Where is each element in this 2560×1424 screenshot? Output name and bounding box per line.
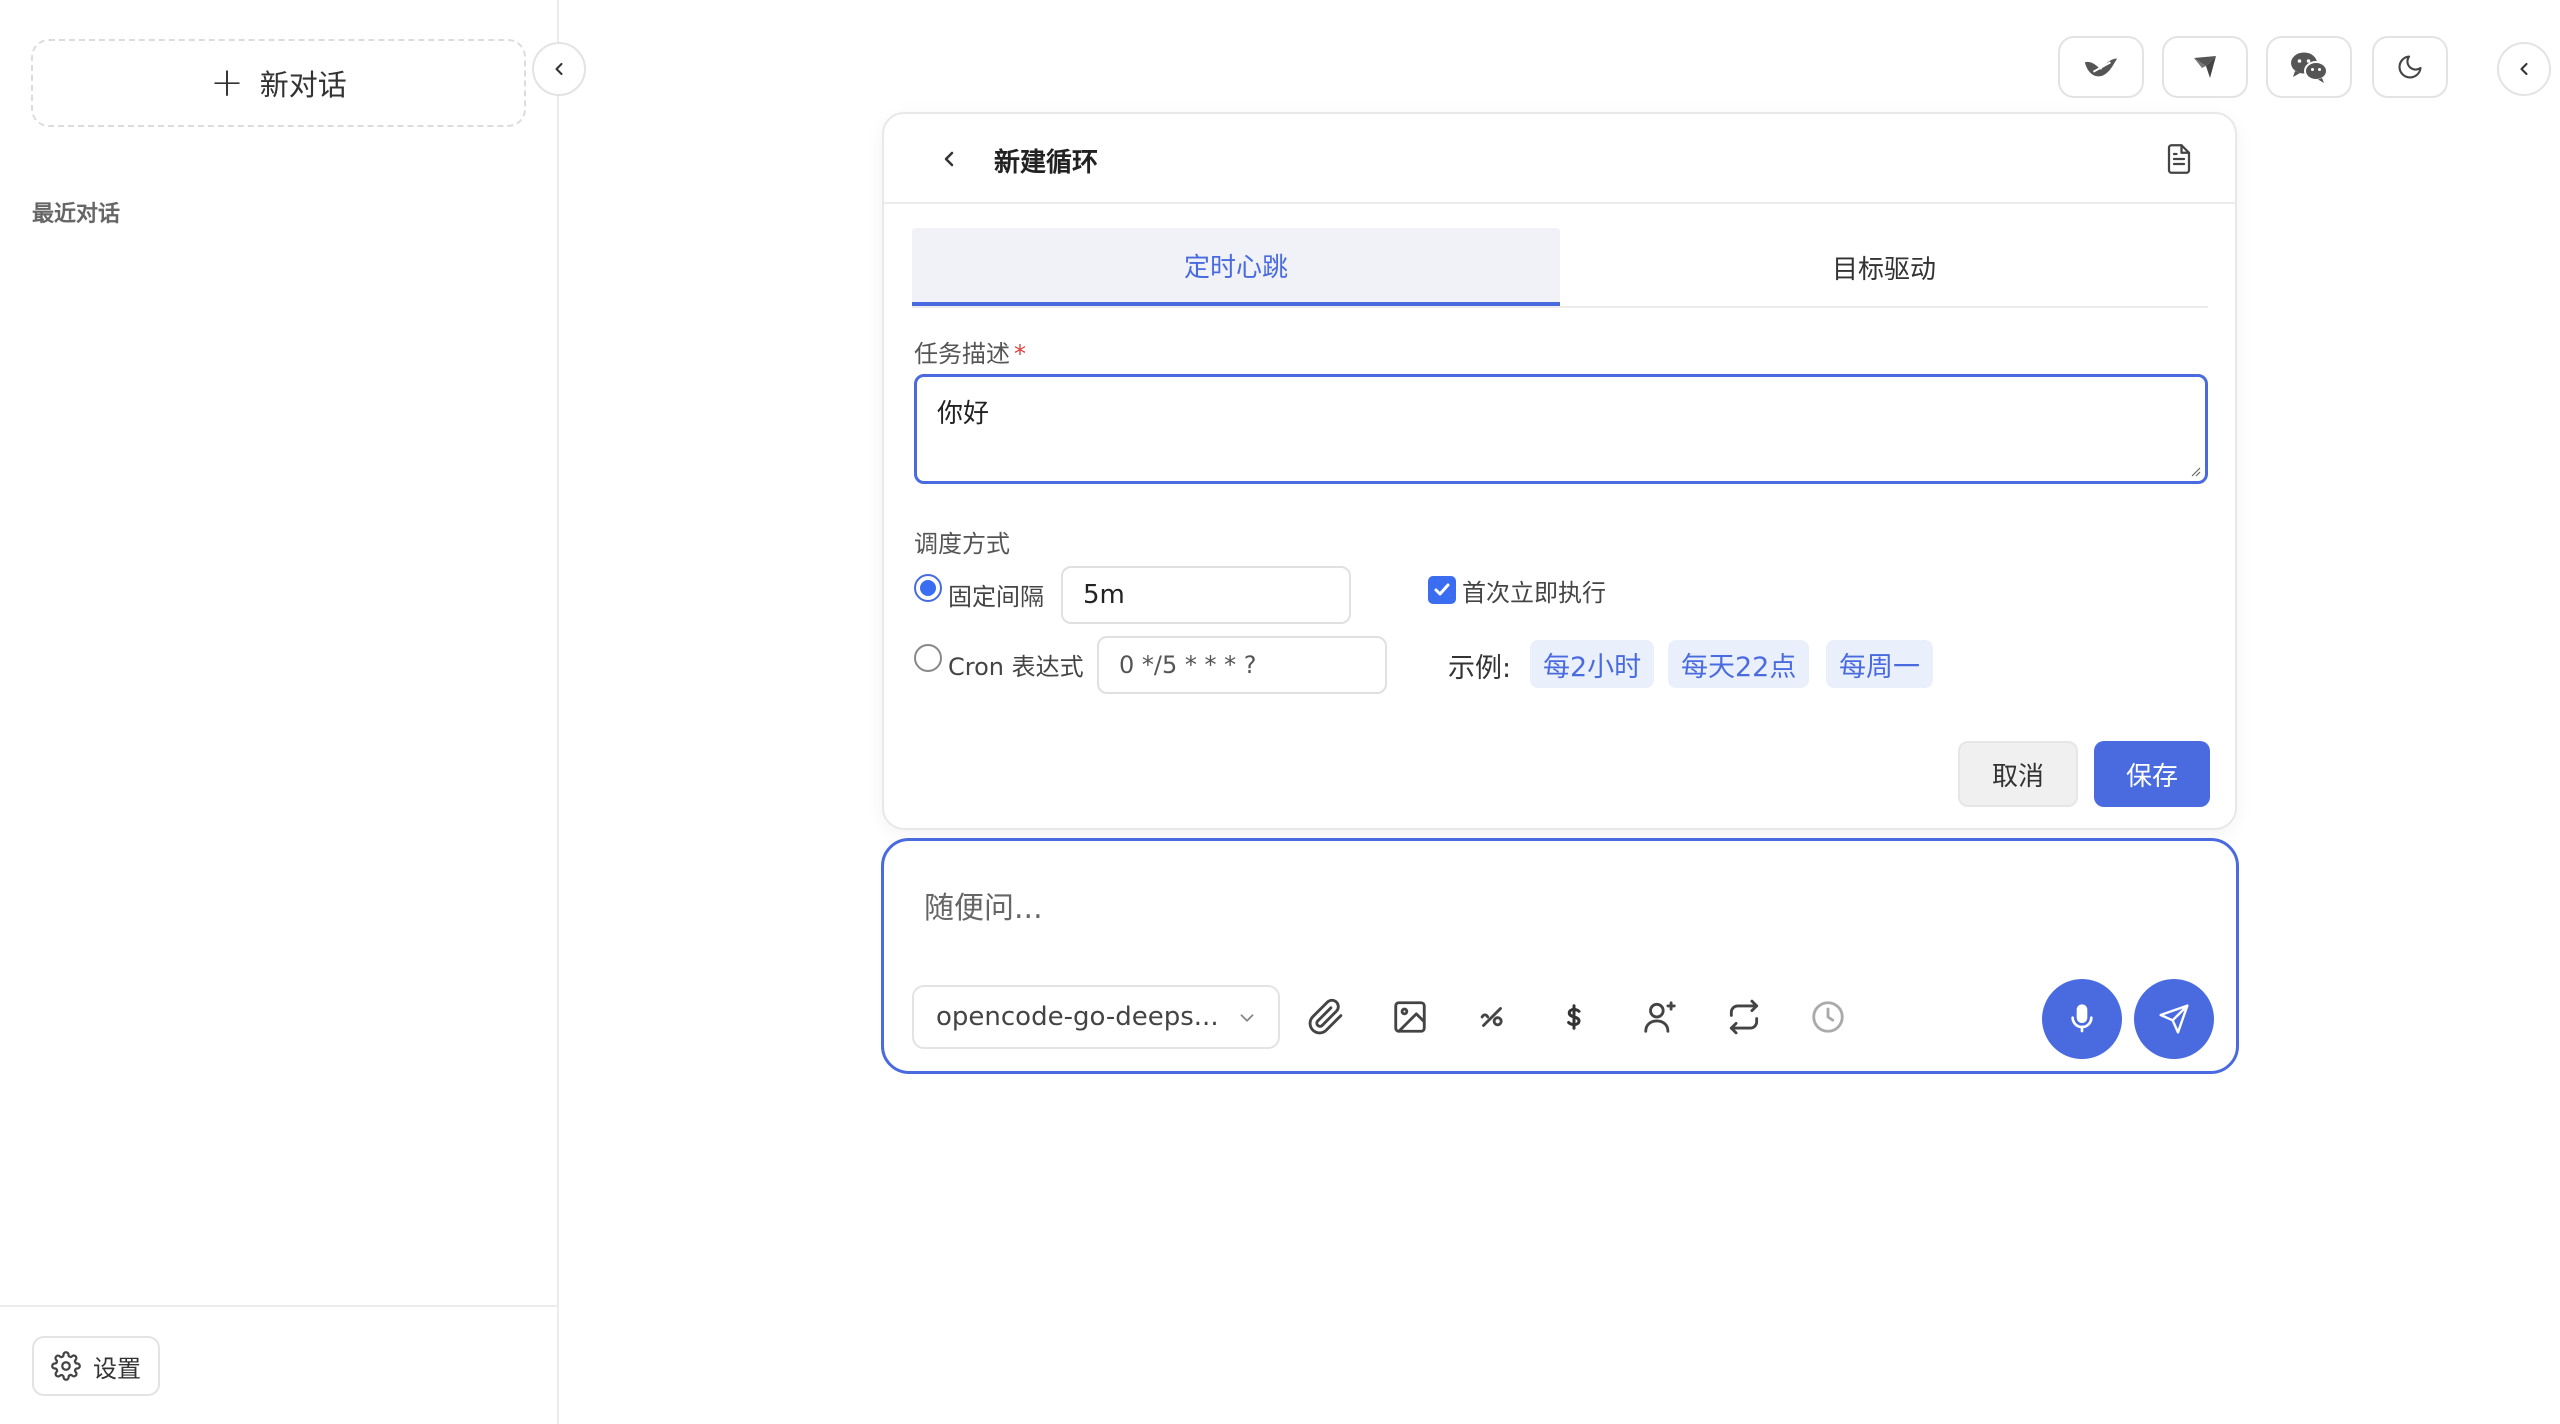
sidebar: + 新对话 最近对话 设置 [0,0,559,1424]
microphone-icon [2071,1004,2093,1033]
cancel-button[interactable]: 取消 [1958,741,2078,807]
fixed-interval-input[interactable]: 5m [1061,566,1351,624]
fixed-interval-value: 5m [1083,580,1125,610]
collapse-sidebar-button[interactable] [532,42,586,96]
dove-button[interactable] [2058,36,2144,98]
variables-button[interactable] [1468,993,1516,1041]
document-icon [2167,144,2191,174]
send-button[interactable] [2134,979,2214,1059]
moon-icon [2398,55,2422,79]
run-immediately-label: 首次立即执行 [1462,579,1606,607]
wechat-icon [2291,52,2328,83]
save-button[interactable]: 保存 [2094,741,2210,807]
dove-icon [2084,58,2118,77]
cron-label: Cron 表达式 [948,653,1084,681]
settings-label: 设置 [93,1354,141,1383]
new-loop-panel: 新建循环 定时心跳 目标驱动 任务描述 * 你好 调度方式 固定间隔 5m 首次… [882,112,2237,830]
theme-toggle-button[interactable] [2372,36,2448,98]
required-mark: * [1014,340,1026,368]
settings-button[interactable]: 设置 [32,1336,160,1396]
examples-label: 示例: [1448,653,1512,684]
cost-button[interactable] [1550,993,1598,1041]
feishu-icon [2194,56,2216,78]
schedule-button[interactable] [1804,993,1852,1041]
model-select-value: opencode-go-deeps... [936,1002,1219,1032]
task-description-label-text: 任务描述 [914,340,1010,368]
example-chip-daily-22[interactable]: 每天22点 [1668,640,1810,688]
task-description-value: 你好 [937,399,990,429]
recent-chats-heading: 最近对话 [32,202,121,227]
task-description-input[interactable]: 你好 [914,374,2208,484]
tab-timed-heartbeat[interactable]: 定时心跳 [912,228,1560,306]
attach-button[interactable] [1302,993,1350,1041]
cron-radio[interactable] [914,644,942,672]
resize-grip-icon[interactable] [2189,465,2201,477]
back-button[interactable] [932,142,966,176]
paperclip-icon [1308,998,1343,1035]
image-button[interactable] [1386,993,1434,1041]
document-button[interactable] [2161,140,2197,178]
gear-icon [51,1351,81,1381]
loop-icon [1729,999,1759,1035]
new-chat-button[interactable]: + 新对话 [31,39,526,127]
loop-button[interactable] [1720,993,1768,1041]
user-add-icon [1644,1001,1676,1033]
cron-placeholder: 0 */5 * * * ? [1119,651,1257,679]
panel-title: 新建循环 [994,148,1099,178]
tab-goal-driven[interactable]: 目标驱动 [1560,228,2208,306]
collapse-right-panel-button[interactable] [2497,42,2551,96]
wechat-button[interactable] [2266,36,2352,98]
voice-input-button[interactable] [2042,979,2122,1059]
chevron-left-icon [2520,62,2528,76]
schedule-mode-label: 调度方式 [914,530,1010,558]
dollar-icon [1567,1004,1581,1030]
composer-placeholder: 随便问... [924,891,1043,926]
task-description-label: 任务描述 * [914,334,1026,369]
chat-composer[interactable]: 随便问... opencode-go-deeps... [881,838,2239,1074]
plus-icon: + [210,60,244,106]
app-root: + 新对话 最近对话 设置 新建循环 定时心跳 目标驱动 任务描述 * 你好 调… [0,0,2560,1424]
model-select[interactable]: opencode-go-deeps... [912,985,1280,1049]
loop-type-tabs: 定时心跳 目标驱动 [912,228,2208,308]
example-chip-monday[interactable]: 每周一 [1826,640,1933,688]
panel-header: 新建循环 [884,114,2235,204]
fixed-interval-label: 固定间隔 [948,583,1044,611]
example-chip-every-2h[interactable]: 每2小时 [1530,640,1655,688]
chevron-down-icon [1240,1014,1254,1022]
sidebar-divider [0,1305,559,1307]
check-icon [1434,583,1450,596]
cron-input[interactable]: 0 */5 * * * ? [1097,636,1387,694]
fixed-interval-radio[interactable] [914,574,942,602]
send-icon [2159,1004,2189,1034]
percent-slash-icon [1480,1007,1503,1027]
chevron-left-icon [555,62,563,76]
new-chat-label: 新对话 [259,68,347,102]
add-agent-button[interactable] [1636,993,1684,1041]
image-icon [1394,1001,1426,1033]
chevron-left-icon [944,151,954,167]
feishu-button[interactable] [2162,36,2248,98]
run-immediately-checkbox[interactable] [1428,576,1456,604]
clock-icon [1812,1001,1844,1033]
